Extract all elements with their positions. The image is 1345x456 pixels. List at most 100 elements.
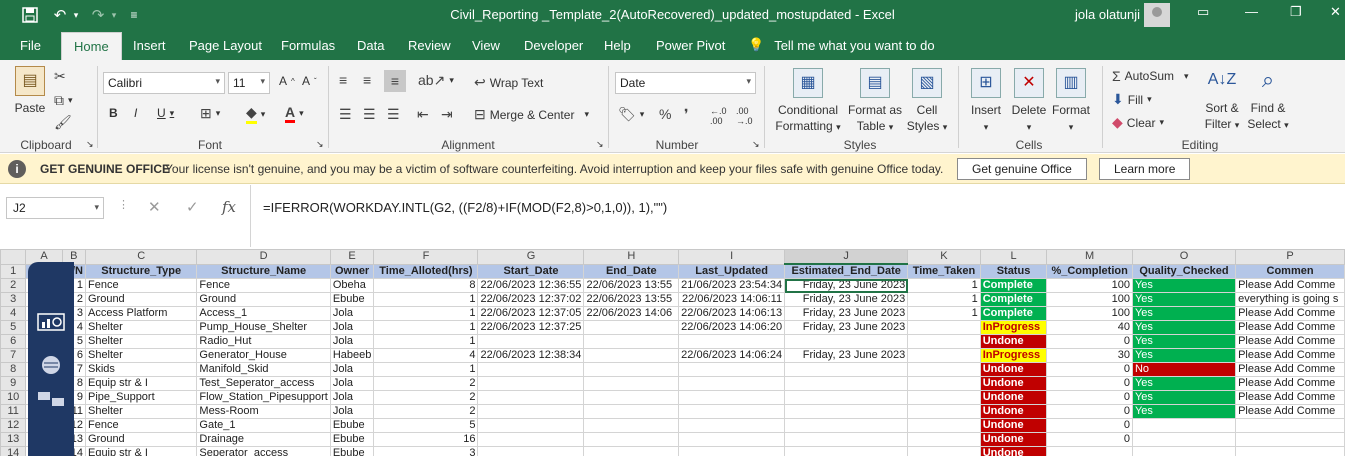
table-cell[interactable]: Friday, 23 June 2023: [784, 278, 909, 293]
table-cell[interactable]: 22/06/2023 12:37:25: [477, 320, 585, 335]
decrease-indent-icon[interactable]: ⇤: [417, 106, 429, 123]
table-cell[interactable]: 4: [373, 348, 479, 363]
decrease-font-icon[interactable]: Aˇ: [302, 74, 317, 88]
restore-icon[interactable]: ❐: [1290, 4, 1302, 20]
table-cell[interactable]: 21/06/2023 23:54:34: [678, 278, 786, 293]
clipboard-launcher-icon[interactable]: ↘: [86, 139, 94, 150]
orientation-icon[interactable]: ab↗ ▾: [418, 72, 454, 89]
row-header[interactable]: 8: [0, 362, 27, 377]
table-cell[interactable]: 0: [1046, 334, 1133, 349]
increase-decimal-icon[interactable]: ←.0.00: [710, 106, 727, 126]
tab-data[interactable]: Data: [357, 38, 384, 53]
report-icon[interactable]: [36, 390, 66, 412]
table-cell[interactable]: 22/06/2023 12:36:55: [477, 278, 585, 293]
table-cell[interactable]: [907, 404, 981, 419]
insert-function-icon[interactable]: fx: [222, 198, 236, 216]
fill-button[interactable]: ⬇ Fill ▾: [1112, 91, 1152, 108]
table-cell[interactable]: [583, 376, 680, 391]
clear-button[interactable]: ◆ Clear ▾: [1112, 114, 1164, 131]
table-cell[interactable]: [907, 376, 981, 391]
header-cell[interactable]: Owner: [329, 263, 375, 279]
table-cell[interactable]: Yes: [1131, 348, 1237, 363]
header-cell[interactable]: Quality_Checked: [1131, 263, 1237, 279]
row-header[interactable]: 13: [0, 432, 27, 447]
table-cell[interactable]: [477, 376, 585, 391]
table-cell[interactable]: Undone: [979, 376, 1048, 391]
table-cell[interactable]: Equip str & I: [84, 376, 198, 391]
table-cell[interactable]: [1046, 446, 1133, 456]
table-cell[interactable]: [477, 418, 585, 433]
table-cell[interactable]: Generator_House: [196, 348, 331, 363]
table-cell[interactable]: 40: [1046, 320, 1133, 335]
table-cell[interactable]: Radio_Hut: [196, 334, 331, 349]
format-cells-button[interactable]: ▥ Format ▾: [1050, 68, 1092, 135]
align-bottom-icon[interactable]: ≡: [384, 70, 406, 92]
delete-cells-button[interactable]: ✕ Delete ▾: [1008, 68, 1050, 135]
tab-view[interactable]: View: [472, 38, 500, 53]
align-top-icon[interactable]: ≡: [339, 72, 347, 88]
table-cell[interactable]: Yes: [1131, 390, 1237, 405]
table-cell[interactable]: Ground: [196, 292, 331, 307]
table-cell[interactable]: everything is going s: [1235, 292, 1345, 307]
table-cell[interactable]: Friday, 23 June 2023: [784, 320, 909, 335]
table-cell[interactable]: Please Add Comme: [1235, 362, 1345, 377]
table-cell[interactable]: [907, 446, 981, 456]
table-cell[interactable]: Jola: [329, 390, 375, 405]
table-cell[interactable]: Undone: [979, 362, 1048, 377]
table-cell[interactable]: 22/06/2023 14:06:11: [678, 292, 786, 307]
worksheet-grid[interactable]: ABCDEFGHIJKLMOP1S/NStructure_TypeStructu…: [0, 249, 1345, 456]
table-cell[interactable]: Please Add Comme: [1235, 320, 1345, 335]
table-cell[interactable]: 0: [1046, 362, 1133, 377]
decrease-decimal-icon[interactable]: .00 →.0: [736, 106, 753, 126]
table-cell[interactable]: 0: [1046, 418, 1133, 433]
user-name[interactable]: jola olatunji: [1075, 7, 1140, 22]
table-cell[interactable]: 1: [907, 306, 981, 321]
table-cell[interactable]: 22/06/2023 14:06:24: [678, 348, 786, 363]
number-format-dropdown[interactable]: Date ▾: [615, 72, 756, 94]
align-right-icon[interactable]: ☰: [387, 106, 400, 123]
table-cell[interactable]: [1131, 446, 1237, 456]
table-cell[interactable]: Please Add Comme: [1235, 390, 1345, 405]
cancel-entry-icon[interactable]: ✕: [148, 198, 161, 216]
table-cell[interactable]: Please Add Comme: [1235, 334, 1345, 349]
table-cell[interactable]: Pipe_Support: [84, 390, 198, 405]
header-cell[interactable]: Status: [979, 263, 1048, 279]
table-cell[interactable]: [678, 362, 786, 377]
table-cell[interactable]: [477, 390, 585, 405]
table-cell[interactable]: No: [1131, 362, 1237, 377]
table-cell[interactable]: Yes: [1131, 292, 1237, 307]
table-cell[interactable]: Please Add Comme: [1235, 404, 1345, 419]
table-cell[interactable]: Equip str & I: [84, 446, 198, 456]
table-cell[interactable]: [678, 390, 786, 405]
table-cell[interactable]: Pump_House_Shelter: [196, 320, 331, 335]
fill-color-icon[interactable]: ◆ ▾: [246, 104, 265, 124]
tab-help[interactable]: Help: [604, 38, 631, 53]
table-cell[interactable]: 100: [1046, 292, 1133, 307]
find-select-button[interactable]: ⌕ Find & Select ▾: [1246, 66, 1290, 133]
table-cell[interactable]: [784, 418, 909, 433]
table-cell[interactable]: 22/06/2023 13:55: [583, 292, 680, 307]
table-cell[interactable]: [1235, 446, 1345, 456]
table-cell[interactable]: Fence: [84, 278, 198, 293]
table-cell[interactable]: 0: [1046, 404, 1133, 419]
wrap-text-button[interactable]: ↩ Wrap Text: [474, 74, 543, 91]
font-size-dropdown[interactable]: 11 ▾: [228, 72, 270, 94]
table-cell[interactable]: Yes: [1131, 404, 1237, 419]
tell-me-search[interactable]: 💡 Tell me what you want to do: [748, 37, 935, 53]
row-header[interactable]: 7: [0, 348, 27, 363]
table-cell[interactable]: [784, 390, 909, 405]
table-cell[interactable]: [583, 348, 680, 363]
formula-input[interactable]: =IFERROR(WORKDAY.INTL(G2, ((F2/8)+IF(MOD…: [250, 185, 1345, 247]
table-cell[interactable]: 3: [373, 446, 479, 456]
header-cell[interactable]: Structure_Name: [196, 263, 331, 279]
table-cell[interactable]: [784, 362, 909, 377]
table-cell[interactable]: [907, 348, 981, 363]
table-cell[interactable]: Yes: [1131, 278, 1237, 293]
table-cell[interactable]: Shelter: [84, 334, 198, 349]
table-cell[interactable]: [477, 362, 585, 377]
header-cell[interactable]: %_Completion: [1046, 263, 1133, 279]
table-cell[interactable]: Access_1: [196, 306, 331, 321]
table-cell[interactable]: [477, 334, 585, 349]
minimize-icon[interactable]: —: [1245, 4, 1258, 19]
tab-developer[interactable]: Developer: [524, 38, 583, 53]
